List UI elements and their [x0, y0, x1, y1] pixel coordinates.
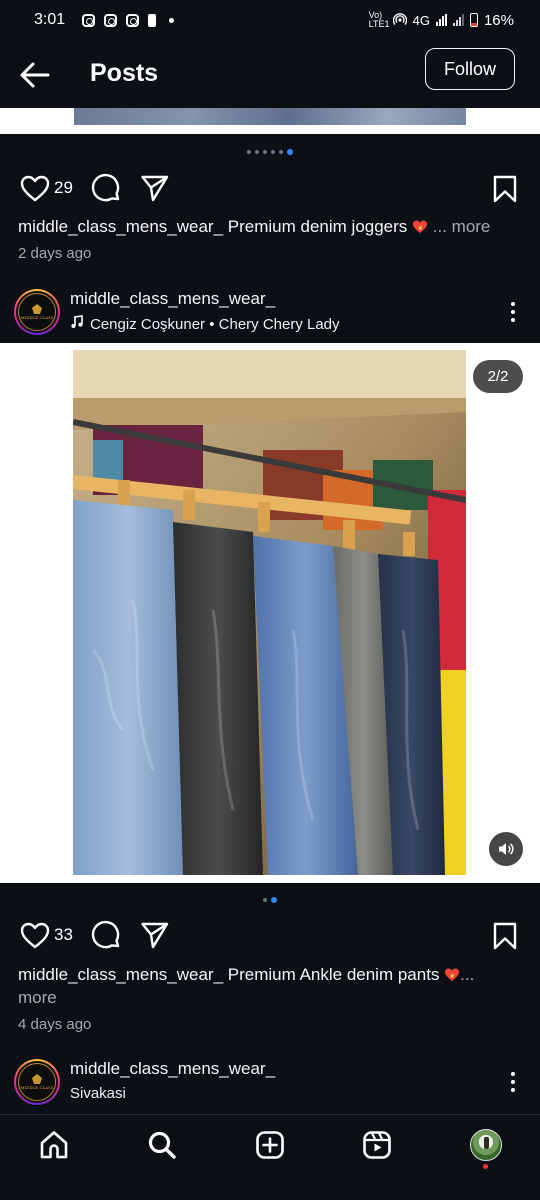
- more-link[interactable]: more: [18, 988, 57, 1007]
- bookmark-icon[interactable]: [492, 175, 518, 208]
- instagram-notification-icon: [82, 13, 96, 27]
- carousel-dot-active: [271, 897, 277, 903]
- more-notifications-dot-icon: [169, 17, 175, 23]
- caption-username[interactable]: middle_class_mens_wear_: [18, 217, 223, 236]
- post-author-row: MIDDLE CLASS middle_class_mens_wear_ Cen…: [0, 281, 540, 341]
- carousel-dot: [271, 150, 275, 154]
- bottom-navigation: [0, 1114, 540, 1200]
- network-type-label: 4G: [412, 12, 430, 28]
- carousel-indicator: [0, 897, 540, 903]
- battery-icon: [469, 13, 478, 27]
- post-timestamp: 2 days ago: [18, 245, 92, 262]
- media-counter-badge: 2/2: [473, 360, 523, 393]
- carousel-dot: [263, 898, 267, 902]
- like-heart-icon[interactable]: [20, 175, 50, 207]
- heart-on-fire-emoji-icon: [445, 968, 460, 981]
- profile-avatar[interactable]: [468, 1127, 504, 1163]
- back-arrow-icon[interactable]: [18, 60, 52, 90]
- page-title: Posts: [90, 59, 159, 87]
- reels-icon[interactable]: [359, 1127, 395, 1163]
- post-actions: 29: [0, 170, 540, 210]
- post-caption[interactable]: middle_class_mens_wear_ Premium denim jo…: [18, 215, 528, 238]
- share-send-icon[interactable]: [140, 174, 170, 207]
- carousel-indicator: [0, 149, 540, 155]
- share-send-icon[interactable]: [140, 921, 170, 954]
- caption-username[interactable]: middle_class_mens_wear_: [18, 965, 223, 984]
- post-media[interactable]: 2/2: [0, 343, 540, 883]
- instagram-notification-icon: [126, 13, 140, 27]
- status-time: 3:01: [34, 11, 66, 28]
- post-location[interactable]: Sivakasi: [70, 1085, 126, 1102]
- carousel-dot-active: [287, 149, 293, 155]
- post-image-denim-rack: [73, 350, 466, 875]
- brand-logo-icon: [32, 1074, 42, 1084]
- notification-dot: [483, 1164, 488, 1169]
- post-actions: 33: [0, 917, 540, 957]
- post-timestamp: 4 days ago: [18, 1016, 92, 1033]
- like-count[interactable]: 33: [54, 925, 73, 945]
- audio-track-label: Cengiz Coşkuner • Chery Chery Lady: [90, 316, 340, 333]
- author-avatar[interactable]: MIDDLE CLASS: [14, 289, 60, 335]
- brand-logo-icon: [32, 304, 42, 314]
- caption-text: Premium denim joggers: [227, 217, 408, 236]
- like-count[interactable]: 29: [54, 178, 73, 198]
- signal-icon: [435, 14, 447, 26]
- heart-on-fire-emoji-icon: [413, 220, 428, 233]
- bookmark-icon[interactable]: [492, 922, 518, 955]
- post-media[interactable]: [0, 108, 540, 134]
- volte-label: Vo) LTE1: [368, 10, 390, 29]
- author-username[interactable]: middle_class_mens_wear_: [70, 1059, 275, 1079]
- speaker-sound-icon[interactable]: [489, 832, 523, 866]
- carousel-dot: [279, 150, 283, 154]
- carousel-dot: [255, 150, 259, 154]
- author-username[interactable]: middle_class_mens_wear_: [70, 289, 275, 309]
- home-icon[interactable]: [36, 1127, 72, 1163]
- signal-icon: [452, 14, 464, 26]
- post-image: [74, 108, 466, 125]
- battery-alert-icon: [148, 13, 157, 27]
- hotspot-icon: [392, 12, 407, 29]
- top-header: Posts Follow: [0, 40, 540, 108]
- more-ellipsis[interactable]: ...: [460, 965, 474, 984]
- audio-attribution[interactable]: Cengiz Coşkuner • Chery Chery Lady: [70, 315, 340, 333]
- comment-icon[interactable]: [90, 920, 122, 957]
- more-options-icon[interactable]: [506, 1072, 520, 1092]
- author-avatar[interactable]: MIDDLE CLASS: [14, 1059, 60, 1105]
- comment-icon[interactable]: [90, 173, 122, 210]
- carousel-dot: [247, 150, 251, 154]
- denim-rack-illustration: [73, 350, 466, 875]
- more-options-icon[interactable]: [506, 302, 520, 322]
- caption-text: Premium Ankle denim pants: [227, 965, 440, 984]
- follow-button[interactable]: Follow: [425, 48, 515, 90]
- instagram-notification-icon: [104, 13, 118, 27]
- more-link[interactable]: ... more: [433, 217, 491, 236]
- post-caption[interactable]: middle_class_mens_wear_ Premium Ankle de…: [18, 963, 528, 1009]
- like-heart-icon[interactable]: [20, 922, 50, 954]
- carousel-dot: [263, 150, 267, 154]
- status-bar: 3:01 Vo) LTE1 4G 16%: [0, 0, 540, 40]
- search-icon[interactable]: [144, 1127, 180, 1163]
- post-author-row: MIDDLE CLASS middle_class_mens_wear_ Siv…: [0, 1051, 540, 1111]
- create-post-icon[interactable]: [252, 1127, 288, 1163]
- music-note-icon: [70, 315, 84, 333]
- battery-percent: 16%: [483, 11, 514, 29]
